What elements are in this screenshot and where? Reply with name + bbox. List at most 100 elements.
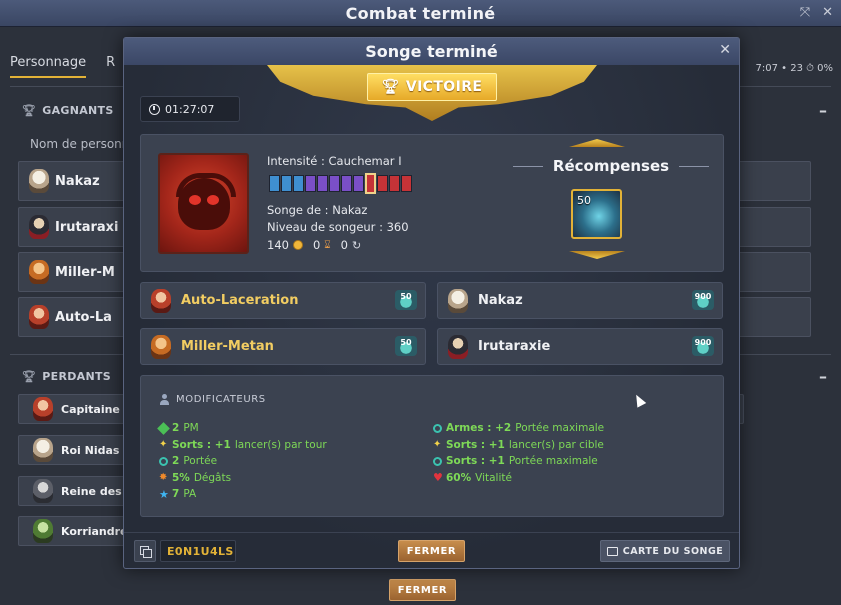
winners-collapse-button[interactable]: –	[819, 101, 827, 120]
losers-header: 🏆︎ PERDANTS	[22, 370, 111, 383]
winner-name: Nakaz	[55, 173, 100, 189]
dream-owner: Songe de : Nakaz	[267, 203, 368, 217]
reward-item-slot[interactable]: 50	[571, 189, 622, 239]
fullscreen-icon[interactable]: ⤧	[800, 5, 810, 20]
spark-icon: ✦	[433, 439, 442, 451]
winner-row[interactable]: Auto-La	[18, 297, 130, 337]
modifier-label: Vitalité	[475, 471, 512, 484]
modal-title: Songe terminé	[365, 42, 498, 61]
tab-personnage[interactable]: Personnage	[10, 55, 87, 78]
loser-row[interactable]: Korriandre	[18, 516, 130, 546]
trophy-icon: 🏆︎	[381, 79, 400, 95]
player-card-auto-laceration[interactable]: Auto-Laceration 50	[140, 282, 426, 319]
intensity-segment	[305, 175, 316, 192]
loser-name: Capitaine I	[61, 402, 128, 416]
intensity-text: Intensité : Cauchemar I	[267, 154, 402, 168]
dream-map-label: CARTE DU SONGE	[622, 545, 724, 557]
dream-map-button[interactable]: CARTE DU SONGE	[600, 540, 730, 562]
player-name: Miller-Metan	[181, 339, 274, 354]
intensity-segment	[377, 175, 388, 192]
trophy-icon: 🏆︎	[22, 104, 37, 117]
player-card-nakaz[interactable]: Nakaz 900	[437, 282, 723, 319]
skull-icon	[177, 177, 230, 230]
loser-row[interactable]: Capitaine I	[18, 394, 130, 424]
modifier-label: Portée maximale	[515, 422, 605, 434]
background-tabs: Personnage R	[10, 55, 115, 78]
pm-icon	[157, 421, 170, 435]
player-name: Nakaz	[478, 293, 523, 308]
intensity-segment	[389, 175, 400, 192]
character-avatar	[29, 260, 49, 284]
victory-banner: 🏆︎ VICTOIRE	[267, 65, 597, 121]
modal-close-icon[interactable]: ✕	[719, 42, 731, 58]
dream-code[interactable]: E0N1U4LS	[160, 540, 236, 562]
dreamer-level: Niveau de songeur : 360	[267, 220, 409, 234]
fight-stats: 7:07 • 23 ⏱ 0%	[755, 63, 833, 74]
modifier-value: 7	[172, 488, 180, 500]
modifier-label: PA	[183, 488, 197, 500]
player-badge: 50	[395, 290, 417, 310]
loser-name: Roi Nidas	[61, 443, 120, 457]
person-icon	[159, 394, 170, 405]
character-avatar	[448, 288, 468, 313]
hourglass-amount: 0 ⌛︎	[313, 238, 331, 252]
player-card-miller-metan[interactable]: Miller-Metan 50	[140, 328, 426, 365]
modifier-value: Sorts : +1	[172, 438, 231, 451]
copy-code-button[interactable]	[134, 540, 156, 562]
modifiers-title: MODIFICATEURS	[176, 394, 266, 405]
character-avatar	[33, 519, 53, 543]
winner-row[interactable]: Miller-M	[18, 252, 130, 292]
coin-value: 140	[267, 238, 289, 252]
intensity-segment	[317, 175, 328, 192]
character-avatar	[29, 169, 49, 193]
winner-row-right	[738, 207, 811, 247]
modifier-value: 2	[172, 455, 180, 467]
duration-box: 01:27:07	[140, 96, 240, 122]
winner-row[interactable]: Irutaraxi	[18, 207, 130, 247]
losers-collapse-button[interactable]: –	[819, 367, 827, 386]
player-badge: 50	[395, 336, 417, 356]
clock-icon	[149, 103, 160, 115]
dream-details: Intensité : Cauchemar I Songe de : Nakaz…	[267, 153, 412, 252]
winner-row-right	[738, 252, 811, 292]
character-avatar	[29, 215, 49, 239]
winner-name: Irutaraxi	[55, 219, 119, 235]
modifier-line: ✦ Sorts : +1 lancer(s) par tour	[159, 437, 327, 454]
cycle-icon: ↻	[351, 238, 362, 252]
coin-amount: 140	[267, 238, 303, 252]
spark-icon: ✦	[159, 439, 168, 451]
background-close-button[interactable]: FERMER	[389, 579, 456, 601]
modifier-line: 2 PM	[157, 420, 327, 437]
intensity-segment	[281, 175, 292, 192]
winner-row[interactable]: Nakaz	[18, 161, 130, 201]
cycle-value: 0	[340, 238, 348, 252]
currency-line: 140 0 ⌛︎ 0 ↻	[267, 238, 412, 252]
intensity-segment	[353, 175, 364, 192]
modifier-line: ★ 7 PA	[159, 486, 327, 503]
character-avatar	[33, 479, 53, 503]
player-name: Auto-Laceration	[181, 293, 299, 308]
winner-name: Auto-La	[55, 309, 112, 325]
hourglass-icon: ⌛︎	[324, 239, 331, 251]
modifiers-right-column: Armes : +2 Portée maximale ✦ Sorts : +1 lanc…	[433, 420, 604, 486]
winners-header: 🏆︎ GAGNANTS	[22, 104, 114, 117]
duration-value: 01:27:07	[165, 102, 215, 116]
eye-icon	[159, 456, 168, 466]
character-avatar	[151, 334, 171, 359]
fire-icon: ✸	[159, 472, 168, 484]
victory-plate: 🏆︎ VICTOIRE	[367, 73, 497, 101]
loser-row[interactable]: Roi Nidas	[18, 435, 130, 465]
player-card-irutaraxie[interactable]: Irutaraxie 900	[437, 328, 723, 365]
close-icon[interactable]: ✕	[822, 5, 833, 20]
close-button[interactable]: FERMER	[398, 540, 465, 562]
window-controls: ⤧ ✕	[800, 5, 833, 20]
modifier-line: ✸ 5% Dégâts	[159, 470, 327, 487]
intensity-bar	[269, 173, 412, 194]
winners-title: GAGNANTS	[42, 104, 114, 117]
modal-titlebar: Songe terminé ✕	[124, 38, 739, 65]
modifier-value: Sorts : +1	[446, 438, 505, 451]
loser-row[interactable]: Reine des V	[18, 476, 130, 506]
star-icon: ★	[159, 487, 169, 501]
trophy-icon: 🏆︎	[22, 370, 37, 383]
tab-second[interactable]: R	[106, 55, 115, 78]
